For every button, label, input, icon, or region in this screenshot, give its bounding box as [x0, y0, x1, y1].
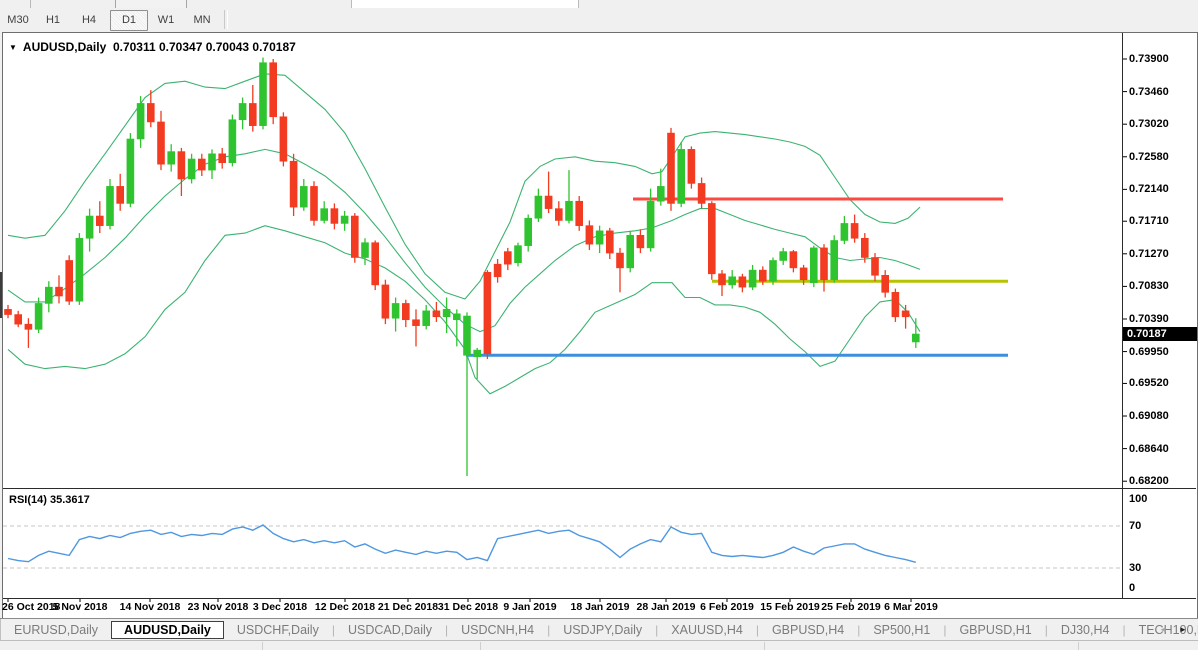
date-axis-label: 31 Dec 2018	[438, 601, 498, 613]
metatrader-window: { "timeframe_toolbar": { "buttons": [ {"…	[0, 0, 1198, 649]
timeframe-button-mn[interactable]: MN	[186, 10, 218, 31]
date-axis-label: 14 Nov 2018	[120, 601, 181, 613]
date-axis-label: 5 Nov 2018	[53, 601, 108, 613]
toolbar-separator	[224, 10, 228, 29]
timeframe-toolbar: M30H1 H4 D1W1MN	[0, 8, 1198, 31]
tab-dj30-h4[interactable]: DJ30,H4	[1048, 621, 1123, 639]
timeframe-button-h4[interactable]: H4	[74, 10, 104, 31]
date-axis-label: 3 Dec 2018	[253, 601, 307, 613]
tab-xauusd-h4[interactable]: XAUUSD,H4	[658, 621, 756, 639]
date-axis-label: 18 Jan 2019	[571, 601, 630, 613]
tab-eurusd-daily[interactable]: EURUSD,Daily	[1, 621, 111, 639]
price-axis-label: 0.73460	[1129, 86, 1169, 98]
current-price-badge: 0.70187	[1123, 327, 1197, 341]
date-axis-label: 25 Feb 2019	[821, 601, 881, 613]
price-axis-label: 0.68200	[1129, 475, 1169, 487]
date-axis-label: 6 Feb 2019	[700, 601, 754, 613]
price-axis-line	[1122, 33, 1123, 598]
rsi-axis-label: 0	[1129, 582, 1135, 594]
chart-title: ▼ AUDUSD,Daily 0.70311 0.70347 0.70043 0.…	[9, 40, 296, 54]
tab-audusd-daily[interactable]: AUDUSD,Daily	[111, 621, 224, 639]
tabs-scroll-right-icon[interactable]: ►	[1176, 622, 1190, 637]
toolbar-separator	[30, 0, 31, 8]
date-axis-label: 9 Jan 2019	[503, 601, 556, 613]
rsi-axis-label: 70	[1129, 520, 1141, 532]
chart-ohlc-values: 0.70311 0.70347 0.70043 0.70187	[113, 40, 296, 54]
date-axis-label: 6 Mar 2019	[884, 601, 938, 613]
price-axis-label: 0.72140	[1129, 183, 1169, 195]
date-axis-label: 12 Dec 2018	[315, 601, 375, 613]
chevron-down-icon[interactable]: ▼	[9, 43, 17, 52]
price-axis-label: 0.70390	[1129, 313, 1169, 325]
price-axis-label: 0.73020	[1129, 118, 1169, 130]
chart-window	[2, 32, 1198, 619]
rsi-axis-label: 30	[1129, 562, 1141, 574]
rsi-indicator-label: RSI(14) 35.3617	[9, 494, 90, 506]
tab-usdcnh-h4[interactable]: USDCNH,H4	[448, 621, 547, 639]
rsi-axis-label: 100	[1129, 493, 1147, 505]
price-axis-label: 0.71270	[1129, 248, 1169, 260]
tab-gbpusd-h4[interactable]: GBPUSD,H4	[759, 621, 857, 639]
chart-symbol: AUDUSD,Daily	[23, 40, 106, 54]
tab-usdjpy-daily[interactable]: USDJPY,Daily	[550, 621, 655, 639]
symbol-tab-bar: EURUSD,DailyAUDUSD,DailyUSDCHF,Daily|USD…	[0, 618, 1198, 641]
date-axis-label: 28 Jan 2019	[637, 601, 696, 613]
tabs-scroll-left-icon[interactable]: ◄	[1156, 622, 1170, 637]
tab-sp500-h1[interactable]: SP500,H1	[860, 621, 943, 639]
price-axis-label: 0.73900	[1129, 53, 1169, 65]
pane-splitter[interactable]	[3, 488, 1196, 489]
price-axis-label: 0.72580	[1129, 151, 1169, 163]
timeframe-button-d1[interactable]: D1	[110, 10, 148, 31]
tab-gbpusd-h1[interactable]: GBPUSD,H1	[946, 621, 1044, 639]
timeframe-button-m30[interactable]: M30	[2, 10, 34, 31]
date-axis-line	[3, 598, 1196, 599]
price-axis-label: 0.69520	[1129, 377, 1169, 389]
price-axis-label: 0.69950	[1129, 346, 1169, 358]
tab-usdchf-daily[interactable]: USDCHF,Daily	[224, 621, 332, 639]
date-axis-label: 23 Nov 2018	[188, 601, 249, 613]
tab-usdcad-daily[interactable]: USDCAD,Daily	[335, 621, 445, 639]
left-edge-mark	[0, 272, 2, 318]
date-axis-label: 15 Feb 2019	[760, 601, 820, 613]
timeframe-button-h1[interactable]: H1	[38, 10, 68, 31]
timeframe-button-w1[interactable]: W1	[150, 10, 182, 31]
price-axis-label: 0.68640	[1129, 443, 1169, 455]
price-axis-label: 0.71710	[1129, 215, 1169, 227]
date-axis-label: 21 Dec 2018	[378, 601, 438, 613]
price-axis-label: 0.69080	[1129, 410, 1169, 422]
price-axis-label: 0.70830	[1129, 280, 1169, 292]
